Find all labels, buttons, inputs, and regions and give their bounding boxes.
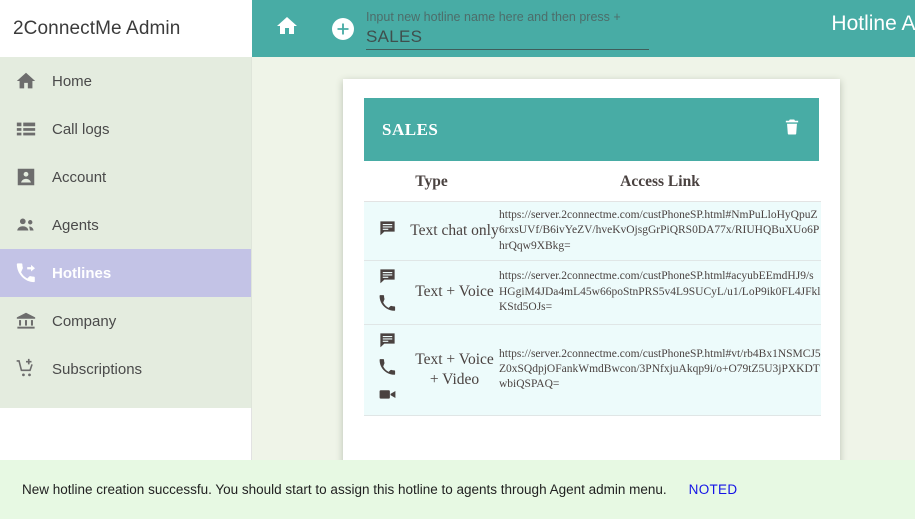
trash-icon — [783, 117, 801, 142]
sidebar-item-label: Subscriptions — [52, 361, 142, 378]
new-hotline-label: Input new hotline name here and then pre… — [366, 10, 621, 24]
app-root: 2ConnectMe Admin Input new hotline name … — [0, 0, 915, 519]
snackbar-message: New hotline creation successfu. You shou… — [22, 482, 667, 497]
bank-icon — [0, 310, 52, 332]
table-row: Text + Voice https://server.2connectme.c… — [364, 260, 821, 324]
table-row: Text chat only https://server.2connectme… — [364, 202, 821, 261]
page-title: Hotline Admin — [831, 12, 915, 36]
type-icon-group — [364, 219, 410, 243]
table-row: Text + Voice + Video https://server.2con… — [364, 324, 821, 415]
new-hotline-input[interactable] — [366, 27, 649, 47]
hotline-name: SALES — [382, 120, 438, 140]
sidebar-item-label: Account — [52, 169, 106, 186]
access-link-text[interactable]: https://server.2connectme.com/custPhoneS… — [499, 324, 821, 415]
access-link-text[interactable]: https://server.2connectme.com/custPhoneS… — [499, 260, 821, 324]
type-label: Text + Voice — [410, 282, 499, 302]
new-hotline-input-underline — [366, 49, 649, 50]
videocam-icon — [378, 385, 397, 409]
column-header-access-link: Access Link — [499, 161, 821, 202]
cell-type: Text + Voice + Video — [364, 324, 499, 415]
add-hotline-button[interactable] — [322, 18, 364, 40]
app-brand-title: 2ConnectMe Admin — [0, 18, 180, 40]
add-shopping-cart-icon — [0, 358, 52, 380]
people-icon — [0, 214, 52, 236]
phone-icon — [378, 358, 397, 382]
home-icon — [275, 14, 299, 43]
sidebar: Home Call logs Account — [0, 57, 252, 408]
type-icon-group — [364, 267, 410, 318]
sidebar-item-subscriptions[interactable]: Subscriptions — [0, 345, 251, 393]
phone-forwarded-icon — [0, 262, 52, 284]
sidebar-item-company[interactable]: Company — [0, 297, 251, 345]
cell-type: Text chat only — [364, 202, 499, 261]
sidebar-item-call-logs[interactable]: Call logs — [0, 105, 251, 153]
sidebar-item-label: Company — [52, 313, 116, 330]
sidebar-item-agents[interactable]: Agents — [0, 201, 251, 249]
snackbar-noted-button[interactable]: NOTED — [689, 482, 738, 497]
plus-circle-icon — [332, 18, 354, 40]
home-button[interactable] — [252, 14, 322, 43]
cell-type: Text + Voice — [364, 260, 499, 324]
hotline-links-table: Type Access Link — [364, 161, 821, 416]
sidebar-item-account[interactable]: Account — [0, 153, 251, 201]
topbar: Input new hotline name here and then pre… — [252, 0, 915, 57]
list-icon — [0, 118, 52, 140]
table-header-row: Type Access Link — [364, 161, 821, 202]
chat-icon — [378, 219, 397, 243]
sidebar-item-label: Agents — [52, 217, 99, 234]
sidebar-item-label: Home — [52, 73, 92, 90]
type-label: Text chat only — [410, 221, 499, 241]
topbar-brand-area: 2ConnectMe Admin — [0, 0, 252, 57]
type-label: Text + Voice + Video — [410, 350, 499, 390]
chat-icon — [378, 331, 397, 355]
sidebar-item-label: Hotlines — [52, 265, 111, 282]
notification-snackbar: New hotline creation successfu. You shou… — [0, 460, 915, 519]
sidebar-item-home[interactable]: Home — [0, 57, 251, 105]
column-header-type: Type — [364, 161, 499, 202]
sidebar-item-label: Call logs — [52, 121, 110, 138]
sidebar-footer-spacer — [0, 408, 252, 460]
delete-hotline-button[interactable] — [783, 117, 801, 142]
sidebar-item-hotlines[interactable]: Hotlines — [0, 249, 251, 297]
home-icon — [0, 70, 52, 92]
type-icon-group — [364, 331, 410, 409]
phone-icon — [378, 294, 397, 318]
main-content: SALES Type Access Link — [252, 57, 915, 460]
chat-icon — [378, 267, 397, 291]
hotline-card: SALES Type Access Link — [343, 79, 840, 468]
account-box-icon — [0, 166, 52, 188]
hotline-card-header: SALES — [364, 98, 819, 161]
new-hotline-field-wrapper: Input new hotline name here and then pre… — [366, 6, 649, 52]
access-link-text[interactable]: https://server.2connectme.com/custPhoneS… — [499, 202, 821, 261]
